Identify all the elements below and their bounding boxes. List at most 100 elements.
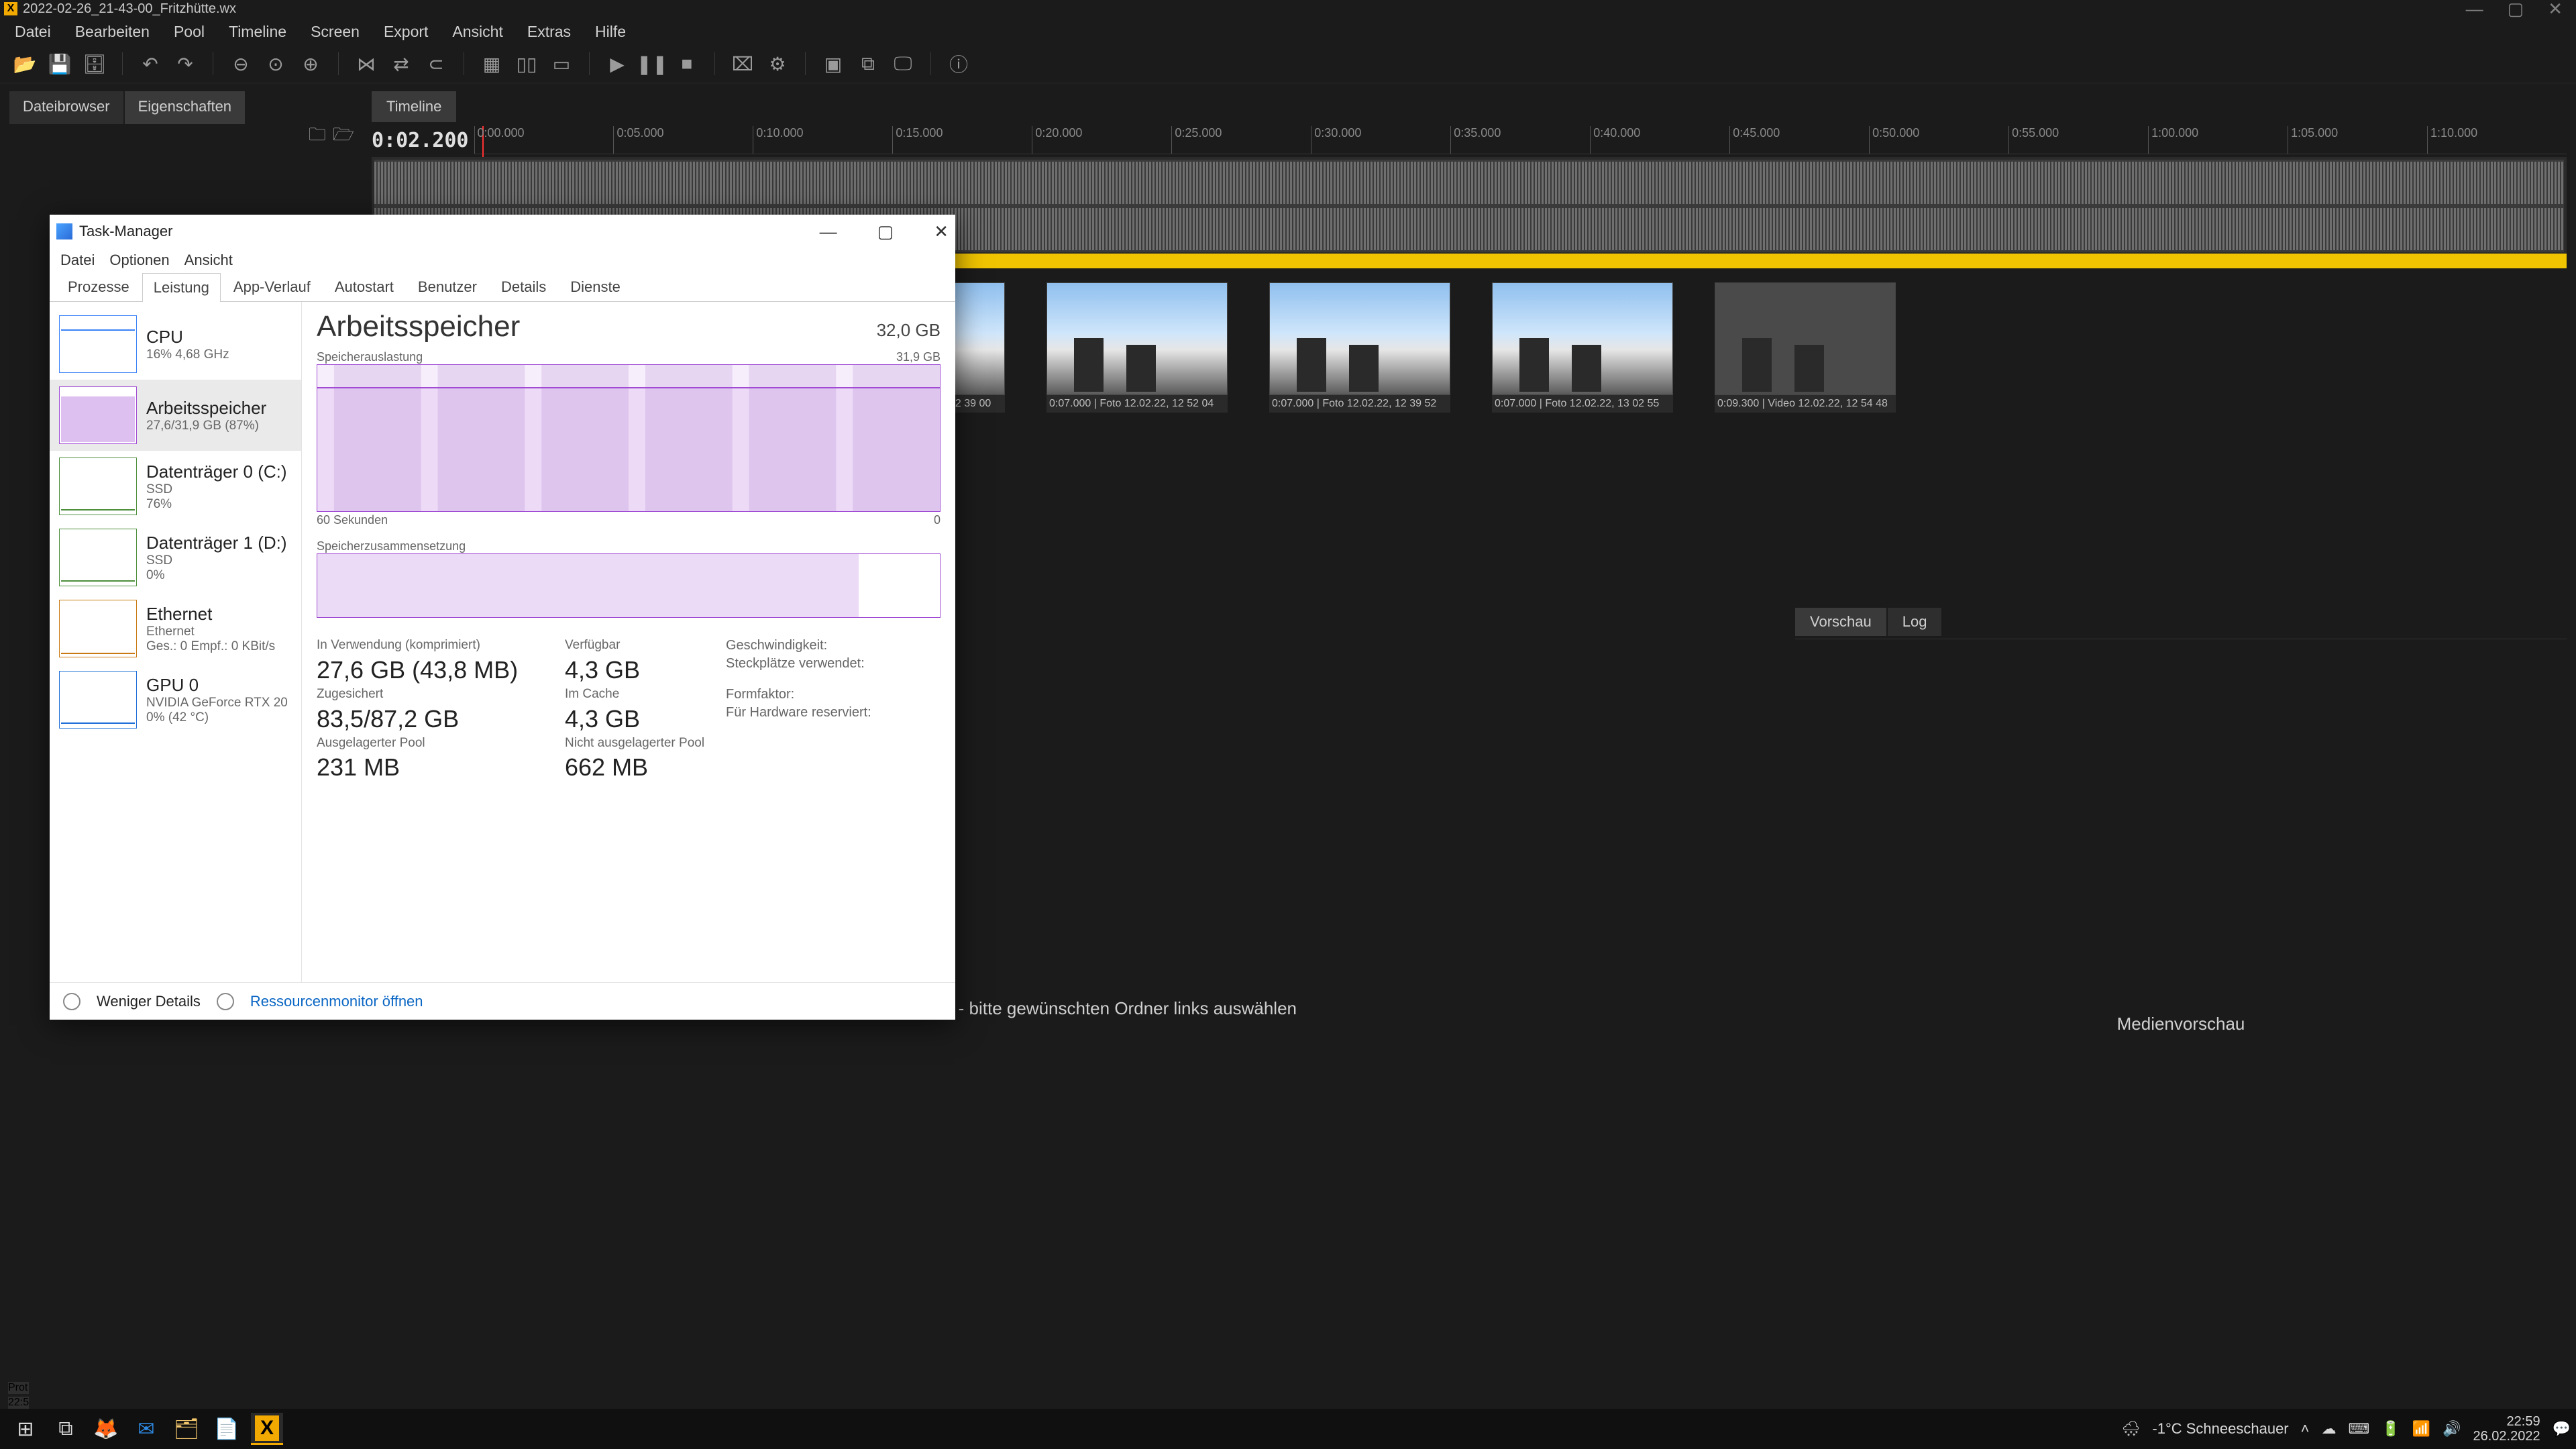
timeline-tab[interactable]: Timeline [372,91,456,122]
stop-icon[interactable]: ■ [676,52,698,75]
tray-chevron-icon[interactable]: ˄ [2301,1420,2310,1438]
tab-log[interactable]: Log [1888,608,1942,636]
video-app-taskbar-icon[interactable]: X [251,1413,283,1445]
weather-icon[interactable]: 🌨 [2121,1420,2140,1438]
save-icon[interactable]: 💾 [48,52,71,75]
firefox-icon[interactable]: 🦊 [90,1413,122,1445]
redo-icon[interactable]: ↷ [174,52,197,75]
tm-minimize-icon[interactable]: — [820,221,837,242]
pause-icon[interactable]: ❚❚ [641,52,663,75]
menu-item[interactable]: Export [384,23,428,41]
battery-icon[interactable]: 🔋 [2381,1420,2400,1438]
menu-item[interactable]: Bearbeiten [75,23,150,41]
panels-icon[interactable]: ▣ [822,52,845,75]
magnet-icon[interactable]: ⊂ [425,52,447,75]
monitor-icon[interactable]: 🖵 [892,52,914,75]
timeline-clip[interactable]: 0:09.300 | Video 12.02.22, 12 54 48 [1715,282,1896,413]
zoom-in-icon[interactable]: ⊕ [299,52,322,75]
fewer-details-link[interactable]: Weniger Details [97,993,201,1010]
taskbar-clock[interactable]: 22:59 26.02.2022 [2473,1414,2540,1444]
chevron-up-icon[interactable] [63,993,80,1010]
app-icon-1[interactable]: 📄 [211,1413,243,1445]
timeline-clip[interactable]: 0:07.000 | Foto 12.02.22, 12 39 52 [1269,282,1450,413]
tm-titlebar[interactable]: Task-Manager — ▢ ✕ [50,215,955,248]
settings-icon[interactable]: ⚙ [766,52,789,75]
folder-open-icon[interactable]: 🗁 [333,122,354,152]
cancel-icon[interactable]: ⌧ [731,52,754,75]
weather-text[interactable]: -1°C Schneeschauer [2152,1420,2288,1438]
tm-side-item-disk[interactable]: Datenträger 1 (D:)SSD0% [50,522,301,593]
tm-side-title: GPU 0 [146,675,288,696]
tm-menu-item[interactable]: Ansicht [184,252,233,269]
menu-item[interactable]: Ansicht [452,23,502,41]
maximize-icon[interactable]: ▢ [2508,0,2524,19]
taskview-icon[interactable]: ⧉ [50,1413,82,1445]
tm-tab[interactable]: Benutzer [407,272,488,301]
tab-protocol[interactable]: Prot [8,1382,29,1394]
grid-icon[interactable]: ▦ [480,52,503,75]
help-icon[interactable]: ⓘ [947,52,970,75]
onedrive-icon[interactable]: ☁ [2322,1420,2337,1438]
keyboard-icon[interactable]: ⌨ [2349,1420,2370,1438]
layout1-icon[interactable]: ▯▯ [515,52,538,75]
marker-icon[interactable]: ⋈ [355,52,378,75]
volume-icon[interactable]: 🔊 [2443,1420,2461,1438]
menu-item[interactable]: Screen [311,23,360,41]
tm-tab[interactable]: Prozesse [56,272,141,301]
tm-side-item-cpu[interactable]: CPU16% 4,68 GHz [50,309,301,380]
timeline-clip[interactable]: 0:07.000 | Foto 12.02.22, 12 52 04 [1046,282,1228,413]
tm-tab[interactable]: Details [490,272,557,301]
tm-close-icon[interactable]: ✕ [934,221,949,242]
tm-menu-item[interactable]: Datei [60,252,95,269]
tab-time[interactable]: 22:5 [8,1397,29,1409]
tm-tab[interactable]: Autostart [323,272,405,301]
tm-tab[interactable]: App-Verlauf [222,272,322,301]
wifi-icon[interactable]: 📶 [2412,1420,2430,1438]
split-icon[interactable]: ⇄ [390,52,413,75]
time-ruler[interactable]: 0:00.0000:05.0000:10.0000:15.0000:20.000… [474,126,2567,154]
zoom-out-icon[interactable]: ⊖ [229,52,252,75]
tm-tab[interactable]: Leistung [142,273,221,302]
tab-preview[interactable]: Vorschau [1795,608,1886,636]
menu-item[interactable]: Hilfe [595,23,626,41]
tm-side-item-mem[interactable]: Arbeitsspeicher27,6/31,9 GB (87%) [50,380,301,451]
tm-tab[interactable]: Dienste [559,272,632,301]
tab-filebrowser[interactable]: Dateibrowser [9,91,123,124]
tm-side-item-gpu[interactable]: GPU 0NVIDIA GeForce RTX 200% (42 °C) [50,664,301,735]
timeline-clip[interactable]: 0:07.000 | Foto 12.02.22, 13 02 55 [1492,282,1673,413]
minimize-icon[interactable]: — [2466,0,2483,19]
mail-icon[interactable]: ✉ [130,1413,162,1445]
menu-item[interactable]: Extras [527,23,571,41]
layout2-icon[interactable]: ▭ [550,52,573,75]
menu-item[interactable]: Timeline [229,23,286,41]
tm-app-icon [56,223,72,239]
tm-usage-max: 31,9 GB [896,350,941,364]
windows-icon[interactable]: ⧉ [857,52,879,75]
explorer-icon[interactable]: 🗂 [170,1413,203,1445]
save-all-icon[interactable]: 🗄 [83,52,106,75]
clip-thumbnail [1269,282,1450,395]
undo-icon[interactable]: ↶ [139,52,162,75]
open-icon[interactable]: 📂 [13,52,36,75]
folder-icon[interactable]: 🗀 [309,122,326,152]
titlebar[interactable]: X 2022-02-26_21-43-00_Fritzhütte.wx — ▢ … [0,0,2576,17]
start-icon[interactable]: ⊞ [9,1413,42,1445]
tm-main-title: Arbeitsspeicher [317,310,520,343]
ruler-tick: 0:25.000 [1171,126,1222,154]
tm-menu-item[interactable]: Optionen [109,252,169,269]
menu-item[interactable]: Pool [174,23,205,41]
tm-footer: Weniger Details Ressourcenmonitor öffnen [50,982,955,1020]
tab-properties[interactable]: Eigenschaften [125,91,245,124]
play-icon[interactable]: ▶ [606,52,629,75]
stat-nonpaged-v: 662 MB [565,753,719,782]
close-icon[interactable]: ✕ [2548,0,2563,19]
tm-side-item-eth[interactable]: EthernetEthernetGes.: 0 Empf.: 0 KBit/s [50,593,301,664]
zoom-fit-icon[interactable]: ⊙ [264,52,287,75]
resmon-link[interactable]: Ressourcenmonitor öffnen [250,993,423,1010]
taskbar[interactable]: ⊞ ⧉ 🦊 ✉ 🗂 📄 X 🌨 -1°C Schneeschauer ˄ ☁ ⌨… [0,1409,2576,1449]
menu-item[interactable]: Datei [15,23,51,41]
tm-side-item-disk[interactable]: Datenträger 0 (C:)SSD76% [50,451,301,522]
task-manager-window[interactable]: Task-Manager — ▢ ✕ Datei Optionen Ansich… [50,215,955,1020]
tm-maximize-icon[interactable]: ▢ [877,221,894,242]
notifications-icon[interactable]: 💬 [2553,1420,2571,1438]
